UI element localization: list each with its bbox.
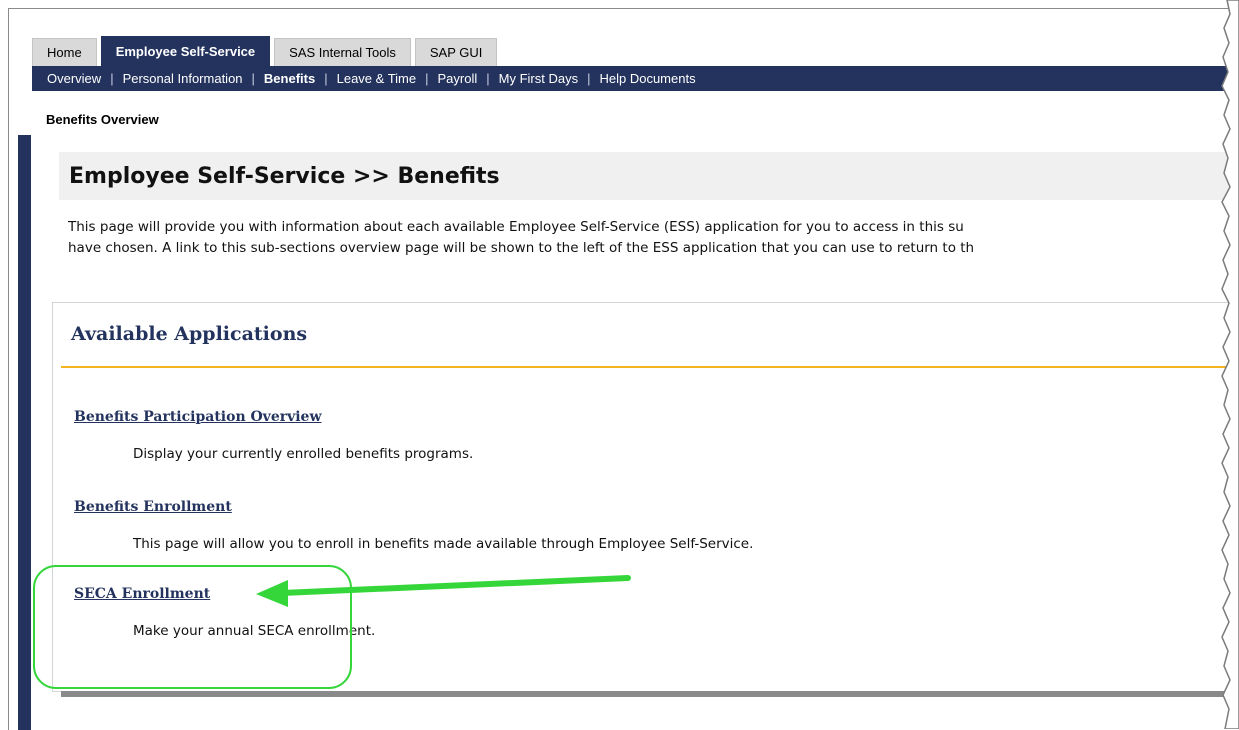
top-tab-bar: Home Employee Self-Service SAS Internal … [32, 36, 498, 66]
benefits-participation-overview-desc: Display your currently enrolled benefits… [133, 446, 474, 462]
sub-navigation-bar: Overview | Personal Information | Benefi… [32, 66, 1239, 91]
subnav-separator: | [587, 71, 591, 86]
benefits-enrollment-desc: This page will allow you to enroll in be… [133, 536, 754, 552]
subnav-help-documents[interactable]: Help Documents [599, 71, 695, 86]
tab-home[interactable]: Home [32, 38, 97, 66]
benefits-participation-overview-link[interactable]: Benefits Participation Overview [74, 409, 322, 425]
subnav-separator: | [324, 71, 328, 86]
tab-sap-gui[interactable]: SAP GUI [414, 38, 498, 66]
seca-enrollment-desc: Make your annual SECA enrollment. [133, 623, 376, 639]
page-title: Employee Self-Service >> Benefits [69, 163, 500, 189]
tab-employee-self-service[interactable]: Employee Self-Service [100, 36, 271, 66]
detailed-navigation-toggle-strip[interactable] [18, 135, 31, 730]
browser-frame: Home Employee Self-Service SAS Internal … [8, 8, 1239, 730]
subnav-payroll[interactable]: Payroll [438, 71, 478, 86]
subnav-my-first-days[interactable]: My First Days [499, 71, 578, 86]
benefits-enrollment-link[interactable]: Benefits Enrollment [74, 499, 232, 515]
breadcrumb: Benefits Overview [46, 112, 159, 127]
subnav-benefits[interactable]: Benefits [264, 71, 315, 86]
subnav-personal-information[interactable]: Personal Information [123, 71, 243, 86]
panel-title: Available Applications [71, 323, 308, 345]
tab-sas-internal-tools[interactable]: SAS Internal Tools [274, 38, 411, 66]
triangle-right-icon[interactable] [10, 139, 16, 149]
intro-text: This page will provide you with informat… [68, 217, 1239, 259]
panel-divider [61, 366, 1239, 368]
subnav-separator: | [486, 71, 490, 86]
panel-shadow [61, 691, 1239, 697]
subnav-separator: | [110, 71, 114, 86]
top-strip [9, 9, 1239, 33]
subnav-separator: | [251, 71, 255, 86]
torn-edge [1221, 0, 1239, 729]
seca-enrollment-link[interactable]: SECA Enrollment [74, 586, 210, 602]
page-title-box: Employee Self-Service >> Benefits [59, 152, 1239, 200]
intro-line: have chosen. A link to this sub-sections… [68, 240, 975, 256]
subnav-leave-time[interactable]: Leave & Time [337, 71, 417, 86]
subnav-separator: | [425, 71, 429, 86]
intro-line: This page will provide you with informat… [68, 219, 964, 235]
subnav-overview[interactable]: Overview [47, 71, 101, 86]
available-applications-panel: Available Applications Benefits Particip… [52, 302, 1239, 692]
